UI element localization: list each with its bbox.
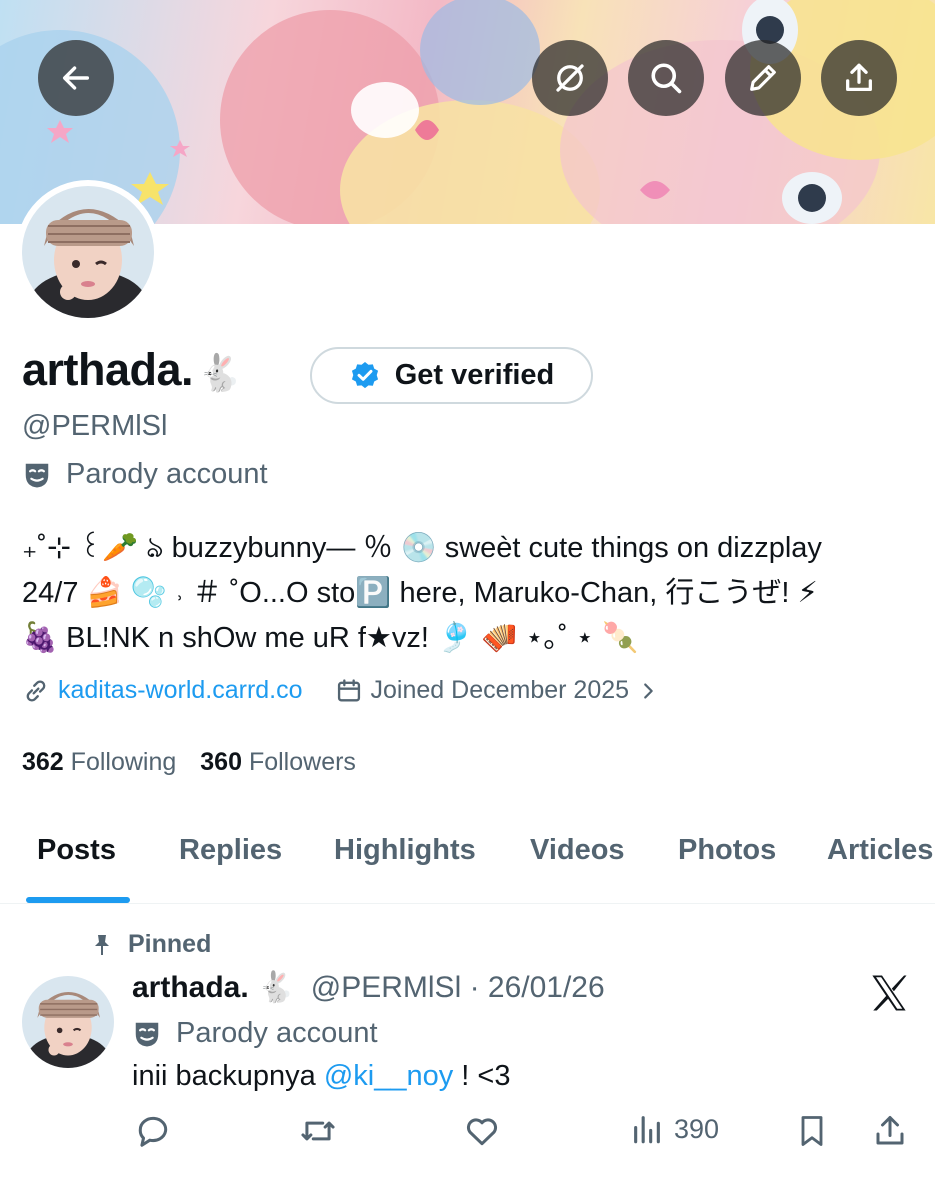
get-verified-button[interactable]: Get verified [310,347,593,404]
share-icon [846,63,872,91]
verified-badge-icon [351,361,378,388]
tab-articles[interactable]: Articles [827,834,933,867]
grok-icon [556,64,584,92]
profile-meta: kaditas-world.carrd.co Joined December 2… [22,676,659,705]
share-icon [876,1116,904,1145]
bio-line: 24/7 🍰 🫧 ˒ ＃ ˚O...O sto🅿️ here, Maruko-C… [22,577,818,609]
avatar-image [22,976,114,1068]
bookmark-button[interactable] [794,1112,830,1150]
display-name: arthada. 🐇 [22,344,242,395]
calendar-icon [337,678,360,701]
mask-icon [25,463,49,487]
reply-icon [138,1116,168,1147]
views-count: 390 [674,1113,720,1144]
repost-icon [301,1121,335,1141]
parody-label: Parody account [22,458,268,491]
post-parody-label: Parody account [132,1017,378,1050]
profile-link[interactable]: kaditas-world.carrd.co [58,676,303,705]
banner-illustration [0,0,935,224]
views-icon [634,1116,660,1144]
tab-videos[interactable]: Videos [530,834,625,867]
pin-icon [95,934,109,955]
heart-icon [466,1118,498,1146]
post-text: inii backupnya @ki__noy ! <3 [132,1060,511,1092]
post-share-button[interactable] [872,1112,908,1150]
tab-photos[interactable]: Photos [678,834,776,867]
active-tab-indicator [26,897,130,903]
bio-line: 🍇 BL!NK n shOw me uR f★vz! 🎐 🪗 ⋆｡˚ ⋆ 🍡 [22,622,639,654]
rabbit-emoji: 🐇 [257,971,295,1004]
edit-icon [750,65,776,91]
grok-button[interactable] [532,40,608,116]
profile-banner[interactable] [0,0,935,224]
x-logo-icon[interactable] [868,972,910,1014]
chevron-right-icon [644,682,653,699]
edit-button[interactable] [725,40,801,116]
search-button[interactable] [628,40,704,116]
bookmark-icon [801,1116,823,1146]
post-meta: @PERMlSl · 26/01/26 [310,971,605,1004]
profile-bio: ₊˚⊹ ꒰🥕 ঌ buzzybunny— ％ 💿 sweèt cute thin… [22,526,922,661]
repost-button[interactable] [298,1112,338,1150]
search-icon [651,63,682,94]
following-count[interactable]: 362 Following [22,748,176,777]
mask-icon [135,1022,159,1046]
link-icon [26,679,46,702]
profile-tabs: Posts Replies Highlights Videos Photos A… [0,808,935,904]
joined-date[interactable]: Joined December 2025 [335,676,660,705]
get-verified-label: Get verified [394,359,555,391]
tab-posts[interactable]: Posts [37,834,116,867]
bio-line: ₊˚⊹ ꒰🥕 ঌ buzzybunny— ％ 💿 sweèt cute thin… [22,532,822,564]
views-button[interactable]: 390 [630,1112,719,1146]
profile-avatar[interactable] [16,180,160,324]
tab-replies[interactable]: Replies [179,834,282,867]
like-button[interactable] [463,1112,501,1150]
rabbit-emoji: 🐇 [197,352,242,393]
arrow-left-icon [62,66,90,90]
share-button[interactable] [821,40,897,116]
followers-count[interactable]: 360 Followers [200,748,356,777]
avatar-image [22,186,154,318]
mention-link[interactable]: @ki__noy [324,1060,453,1092]
follow-counts: 362 Following 360 Followers [22,748,356,777]
profile-handle: @PERMlSl [22,410,168,442]
tab-highlights[interactable]: Highlights [334,834,476,867]
pinned-label: Pinned [90,930,211,959]
post-avatar[interactable] [22,976,114,1068]
reply-button[interactable] [134,1112,172,1150]
post-author-name[interactable]: arthada. [132,971,249,1004]
post-header: arthada. 🐇 @PERMlSl · 26/01/26 [132,970,605,1005]
back-button[interactable] [38,40,114,116]
